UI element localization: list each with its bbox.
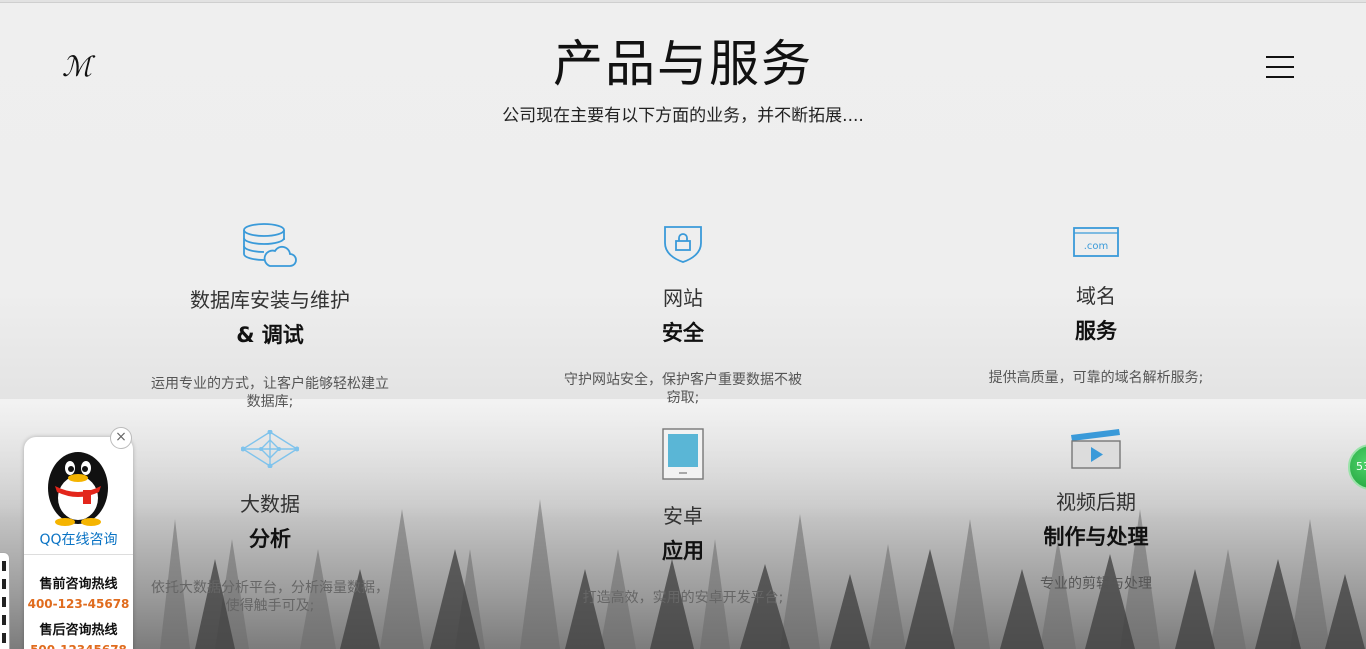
page-title: 产品与服务 xyxy=(553,35,813,93)
service-title: 大数据 xyxy=(240,492,300,516)
aftersale-hotline-label: 售后咨询热线 xyxy=(39,623,118,638)
page-subtitle: 公司现在主要有以下方面的业务，并不断拓展.... xyxy=(502,106,864,126)
service-description: 依托大数据分析平台，分析海量数据，使得触手可及; xyxy=(151,580,389,614)
service-description: 守护网站安全，保护客户重要数据不被窃取; xyxy=(564,372,802,406)
service-title: 安卓 xyxy=(663,504,703,528)
service-description: 打造高效，实用的安卓开发平台; xyxy=(582,590,784,606)
service-description: 专业的剪辑与处理 xyxy=(1040,576,1152,592)
network-nodes-icon xyxy=(241,430,299,468)
service-subtitle: & 调试 xyxy=(236,323,304,347)
service-database[interactable]: 数据库安装与维护 & 调试 运用专业的方式，让客户能够轻松建立数据库; xyxy=(120,222,420,411)
service-title: 网站 xyxy=(663,286,703,310)
shield-lock-icon xyxy=(664,226,702,263)
floating-chat-badge[interactable]: 53 xyxy=(1348,444,1366,490)
service-android[interactable]: 安卓 应用 打造高效，实用的安卓开发平台; xyxy=(533,428,833,607)
database-cloud-icon xyxy=(243,223,297,267)
service-title: 域名 xyxy=(1076,284,1116,308)
service-domain[interactable]: .com 域名 服务 提供高质量，可靠的域名解析服务; xyxy=(946,226,1246,387)
service-subtitle: 应用 xyxy=(662,539,704,563)
side-feedback-tab[interactable] xyxy=(0,552,10,649)
tablet-icon xyxy=(662,428,704,480)
service-title: 视频后期 xyxy=(1056,490,1136,514)
service-description: 运用专业的方式，让客户能够轻松建立数据库; xyxy=(151,376,389,410)
service-subtitle: 服务 xyxy=(1075,319,1117,343)
aftersale-hotline-number: 500-12345678 xyxy=(24,643,133,649)
service-description: 提供高质量，可靠的域名解析服务; xyxy=(988,370,1204,386)
service-subtitle: 安全 xyxy=(662,321,704,345)
service-big-data[interactable]: 大数据 分析 依托大数据分析平台，分析海量数据，使得触手可及; xyxy=(120,430,420,615)
close-icon[interactable]: × xyxy=(110,427,132,449)
service-subtitle: 制作与处理 xyxy=(1043,525,1149,549)
top-border xyxy=(0,0,1366,3)
service-title: 数据库安装与维护 xyxy=(190,288,350,312)
service-video-post[interactable]: 视频后期 制作与处理 专业的剪辑与处理 xyxy=(946,428,1246,593)
svg-text:.com: .com xyxy=(1084,241,1109,252)
qq-penguin-icon[interactable] xyxy=(43,446,113,526)
qq-consult-panel: QQ在线咨询 售前咨询热线 400-123-45678 售后咨询热线 500-1… xyxy=(24,437,133,649)
service-web-security[interactable]: 网站 安全 守护网站安全，保护客户重要数据不被窃取; xyxy=(533,224,833,407)
divider xyxy=(24,554,133,555)
video-clapper-icon xyxy=(1071,429,1121,469)
qq-online-consult-link[interactable]: QQ在线咨询 xyxy=(24,529,133,549)
presale-hotline-label: 售前咨询热线 xyxy=(39,577,118,592)
domain-com-icon: .com xyxy=(1073,227,1119,257)
presale-hotline-number: 400-123-45678 xyxy=(27,597,130,611)
service-subtitle: 分析 xyxy=(249,527,291,551)
